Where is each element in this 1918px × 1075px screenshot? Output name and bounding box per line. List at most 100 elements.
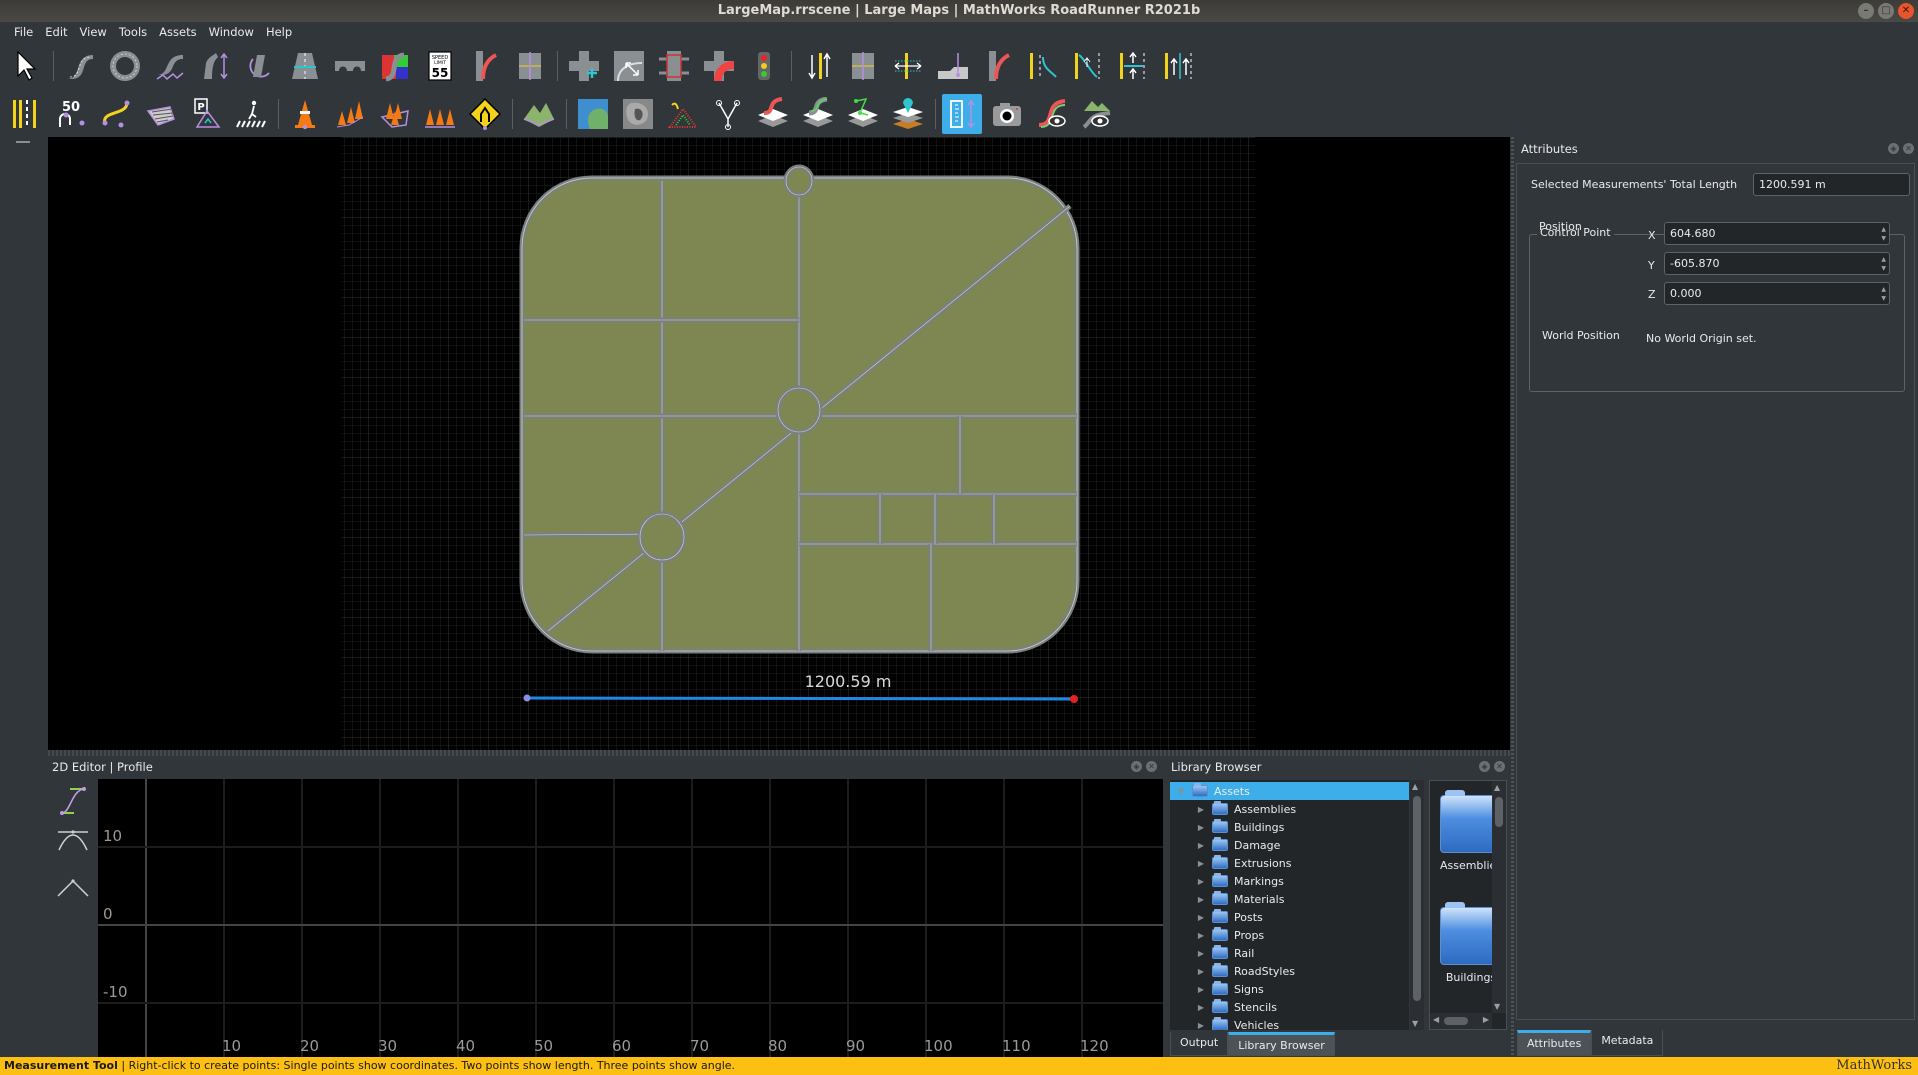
peak-point-icon[interactable] [56, 870, 90, 904]
snapshot-tool-button[interactable] [987, 94, 1027, 134]
expand-arrow-icon[interactable]: ▶ [1196, 805, 1206, 814]
position-x-input[interactable]: 604.680 ▲ ▼ [1664, 222, 1890, 245]
close-panel-button[interactable]: ✕ [1146, 761, 1157, 772]
expand-arrow-icon[interactable]: ▶ [1196, 877, 1206, 886]
layer-spline-tool-button[interactable] [843, 94, 883, 134]
folder-buildings-icon[interactable] [1440, 902, 1496, 965]
surface-tool-button[interactable] [375, 46, 415, 86]
spinner-arrows-icon[interactable]: ▲ ▼ [1881, 255, 1886, 273]
expand-arrow-icon[interactable]: ▶ [1196, 859, 1206, 868]
lane-spline-tool-button[interactable] [1068, 46, 1108, 86]
junction-tool-button[interactable] [564, 46, 604, 86]
bridge-span-tool-button[interactable] [330, 46, 370, 86]
junction-crosswalk-tool-button[interactable] [654, 46, 694, 86]
spinner-arrows-icon[interactable]: ▲ ▼ [1881, 225, 1886, 243]
road-construction-tool-button[interactable] [150, 46, 190, 86]
close-panel-button[interactable]: ✕ [1903, 143, 1914, 154]
sign-tool-button[interactable] [465, 94, 505, 134]
parking-lot-tool-button[interactable]: P [186, 94, 226, 134]
tab-metadata[interactable]: Metadata [1591, 1030, 1664, 1056]
tree-item-roadstyles[interactable]: ▶ RoadStyles [1170, 962, 1409, 980]
measurement-tool-button[interactable] [942, 94, 982, 134]
lane-height-tool-button[interactable] [933, 46, 973, 86]
vector-data-tool-button[interactable] [708, 94, 748, 134]
lane-width-tool-button[interactable] [510, 46, 550, 86]
menu-edit[interactable]: Edit [39, 22, 73, 42]
marking-surface-tool-button[interactable] [141, 94, 181, 134]
scroll-up-icon[interactable]: ▲ [1494, 783, 1500, 792]
tree-scrollbar[interactable]: ▲ ▼ [1410, 780, 1424, 1030]
tree-item-markings[interactable]: ▶ Markings [1170, 872, 1409, 890]
expand-arrow-icon[interactable]: ▶ [1196, 1021, 1206, 1030]
elevation-map-tool-button[interactable] [618, 94, 658, 134]
menu-window[interactable]: Window [203, 22, 260, 42]
prop-point-tool-button[interactable] [285, 94, 325, 134]
road-orientation-tool-button[interactable] [240, 46, 280, 86]
preview-vscrollbar[interactable]: ▲ ▼ [1492, 781, 1506, 1013]
signal-tool-button[interactable] [744, 46, 784, 86]
profile-plot[interactable]: 10 20 30 40 50 60 70 80 90 100 110 120 10 0 -10 [98, 779, 1163, 1057]
lane-add-tool-button[interactable] [888, 46, 928, 86]
profile-curve-icon[interactable] [56, 784, 90, 818]
aerial-imagery-tool-button[interactable] [573, 94, 613, 134]
scroll-thumb[interactable] [1444, 1017, 1468, 1025]
lane-form-tool-button[interactable] [1023, 46, 1063, 86]
expand-arrow-icon[interactable]: ▶ [1196, 949, 1206, 958]
expand-arrow-icon[interactable]: ▶ [1196, 823, 1206, 832]
terrain-tool-button[interactable] [519, 94, 559, 134]
tree-item-assemblies[interactable]: ▶ Assemblies [1170, 800, 1409, 818]
folder-assemblies-icon[interactable] [1440, 790, 1496, 853]
scene-visibility-tool-button[interactable] [1077, 94, 1117, 134]
scene-canvas[interactable] [48, 137, 1510, 750]
vertical-splitter[interactable] [1511, 137, 1514, 1057]
expand-arrow-icon[interactable]: ▶ [1196, 931, 1206, 940]
expand-arrow-icon[interactable]: ▶ [1196, 913, 1206, 922]
scroll-right-icon[interactable]: ▶ [1483, 1015, 1489, 1024]
lane-carve-tool-button[interactable] [465, 46, 505, 86]
prop-polygon-tool-button[interactable] [375, 94, 415, 134]
menu-assets[interactable]: Assets [153, 22, 202, 42]
road-network[interactable] [519, 164, 1080, 654]
tree-item-materials[interactable]: ▶ Materials [1170, 890, 1409, 908]
lane-tool-button[interactable] [798, 46, 838, 86]
total-length-field[interactable]: 1200.591 m [1753, 173, 1910, 196]
tree-item-props[interactable]: ▶ Props [1170, 926, 1409, 944]
expand-arrow-icon[interactable]: ▶ [1196, 895, 1206, 904]
maximize-button[interactable]: □ [1878, 3, 1894, 19]
expand-arrow-icon[interactable]: ▶ [1196, 841, 1206, 850]
position-y-input[interactable]: -605.870 ▲ ▼ [1664, 252, 1890, 275]
lane-split-tool-button[interactable] [1113, 46, 1153, 86]
crosswalk-tool-button[interactable] [231, 94, 271, 134]
scroll-left-icon[interactable]: ◀ [1433, 1015, 1439, 1024]
scroll-down-icon[interactable]: ▼ [1412, 1019, 1418, 1028]
measurement-end-point[interactable] [1070, 695, 1078, 703]
float-panel-button[interactable]: ◈ [1479, 761, 1490, 772]
marking-curve-tool-button[interactable] [96, 94, 136, 134]
scroll-down-icon[interactable]: ▼ [1494, 1002, 1500, 1011]
asset-tree[interactable]: ▼ Assets ▶ Assemblies ▶ Buildings ▶ Damage ▶ Ex… [1170, 780, 1409, 1030]
menu-file[interactable]: File [8, 22, 39, 42]
measurement-line[interactable] [526, 696, 1075, 701]
minimize-button[interactable]: – [1858, 3, 1874, 19]
tree-item-buildings[interactable]: ▶ Buildings [1170, 818, 1409, 836]
maneuver-tool-button[interactable] [609, 46, 649, 86]
scene-viewport[interactable]: 1200.59 m [48, 137, 1510, 750]
layer-lane-tool-button[interactable] [798, 94, 838, 134]
float-panel-button[interactable]: ◈ [1131, 761, 1142, 772]
lane-carve-tool-button[interactable] [978, 46, 1018, 86]
spinner-arrows-icon[interactable]: ▲ ▼ [1881, 285, 1886, 303]
corner-radius-tool-button[interactable] [699, 46, 739, 86]
close-panel-button[interactable]: ✕ [1494, 761, 1505, 772]
scroll-thumb[interactable] [1495, 797, 1503, 827]
menu-tools[interactable]: Tools [113, 22, 153, 42]
measurement-start-point[interactable] [523, 694, 531, 702]
corner-tool-button[interactable] [195, 46, 235, 86]
prop-curve-tool-button[interactable] [330, 94, 370, 134]
expand-arrow-icon[interactable]: ▶ [1196, 1003, 1206, 1012]
asset-preview-pane[interactable]: Assemblies Buildings ▲ ▼ ◀ ▶ [1429, 780, 1507, 1030]
tree-item-damage[interactable]: ▶ Damage [1170, 836, 1409, 854]
roundabout-tool-button[interactable] [105, 46, 145, 86]
tree-root-assets[interactable]: ▼ Assets [1170, 782, 1409, 800]
point-cloud-tool-button[interactable] [663, 94, 703, 134]
tree-item-vehicles[interactable]: ▶ Vehicles [1170, 1016, 1409, 1030]
